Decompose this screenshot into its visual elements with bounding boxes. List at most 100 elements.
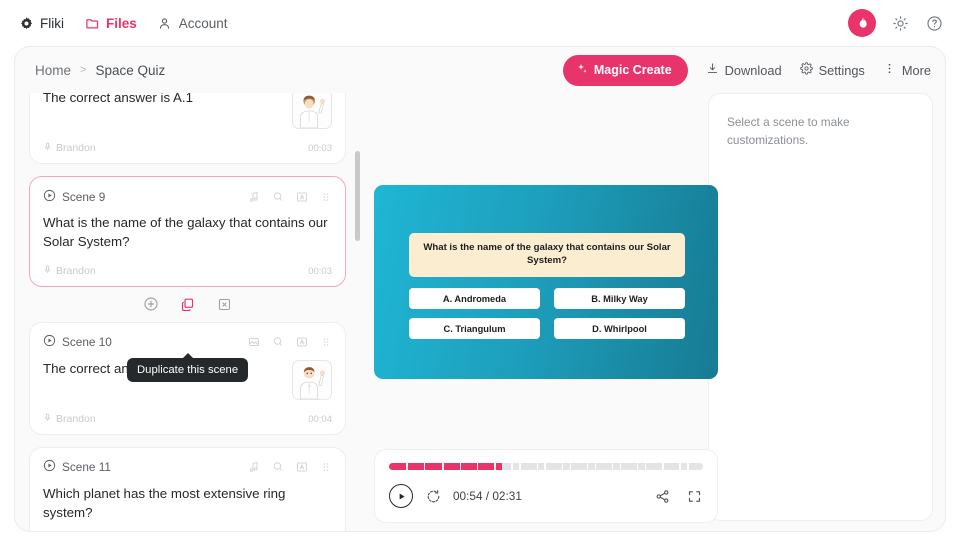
music-note-icon[interactable] [247, 461, 260, 474]
text-style-icon[interactable] [295, 336, 308, 349]
text-style-icon[interactable] [295, 190, 308, 203]
play-circle-icon[interactable] [43, 334, 56, 350]
top-navigation-bar: Fliki Files Account [0, 0, 960, 46]
scene-title-label: Scene 11 [62, 460, 111, 475]
scene-list-panel: Scene 8 [15, 93, 360, 531]
duplicate-scene-tooltip: Duplicate this scene [127, 353, 249, 382]
video-player-controls: 00:54 / 02:31 [374, 449, 718, 523]
scene-text[interactable]: The correct answer is A.1 [43, 93, 284, 108]
help-circle-icon[interactable] [924, 13, 944, 33]
comment-icon[interactable] [271, 190, 284, 203]
scene-card-header: Scene 11 [43, 459, 332, 476]
inspector-panel: Select a scene to make customizations. [708, 93, 933, 521]
download-label: Download [724, 62, 782, 78]
brand-fliki[interactable]: Fliki [18, 15, 64, 31]
scene-duration: 00:03 [308, 143, 332, 154]
scene-title-label: Scene 9 [62, 189, 106, 204]
settings-button[interactable]: Settings [799, 62, 865, 78]
scene-title-label: Scene 10 [62, 335, 112, 350]
drag-handle-icon[interactable] [319, 190, 332, 203]
drag-handle-icon[interactable] [319, 461, 332, 474]
breadcrumb-separator-icon: > [80, 64, 87, 76]
download-button[interactable]: Download [706, 62, 782, 78]
scene-voice-label: Brandon [56, 264, 96, 277]
preview-answer-grid: A. Andromeda B. Milky Way C. Triangulum … [409, 288, 685, 339]
music-note-icon[interactable] [247, 190, 260, 203]
scene-card-body: The correct answer is A.1 [43, 93, 332, 129]
scene-card[interactable]: Scene 9 What is the name of the galaxy t… [29, 176, 346, 287]
scene-title: Scene 10 [43, 334, 112, 350]
scene-voice[interactable]: Brandon [43, 265, 96, 277]
delete-scene-button[interactable] [215, 295, 234, 314]
inspector-empty-hint: Select a scene to make customizations. [727, 115, 850, 147]
breadcrumb-current[interactable]: Space Quiz [95, 63, 165, 78]
play-circle-icon[interactable] [43, 459, 56, 475]
preview-answer-option: A. Andromeda [409, 288, 540, 309]
scene-thumbnail[interactable] [292, 359, 332, 400]
player-time-display: 00:54 / 02:31 [453, 489, 522, 503]
scene-thumbnail[interactable] [292, 93, 332, 129]
more-label: More [901, 62, 931, 78]
editor-body: Scene 8 [15, 93, 945, 531]
nav-item-account[interactable]: Account [157, 15, 228, 31]
scene-text[interactable]: Which planet has the most extensive ring… [43, 485, 332, 523]
comment-icon[interactable] [271, 336, 284, 349]
nav-item-files[interactable]: Files [84, 15, 137, 31]
gear-icon [799, 62, 813, 78]
scene-card-tools [247, 190, 332, 203]
fullscreen-icon[interactable] [685, 487, 703, 505]
timeline-scrubber[interactable] [389, 463, 703, 470]
scene-card-body: Which planet has the most extensive ring… [43, 485, 332, 523]
breadcrumb-toolbar: Home > Space Quiz Magic Create Download … [15, 47, 945, 93]
scene-card-footer: Brandon 00:03 [43, 262, 332, 277]
breadcrumb: Home > Space Quiz [35, 63, 165, 78]
drag-handle-icon[interactable] [319, 336, 332, 349]
image-icon[interactable] [247, 336, 260, 349]
more-button[interactable]: More [883, 62, 931, 78]
project-actions: Magic Create Download Settings More [562, 54, 931, 86]
player-control-row: 00:54 / 02:31 [389, 484, 703, 508]
download-icon [706, 62, 719, 78]
scene-card[interactable]: Scene 11 Which planet has the most exten… [29, 446, 346, 531]
scene-title: Scene 9 [43, 189, 105, 205]
person-icon [157, 15, 173, 31]
restart-icon[interactable] [424, 487, 442, 505]
scene-voice[interactable]: Brandon [43, 142, 96, 154]
player-right-actions [653, 487, 703, 505]
scene-title: Scene 11 [43, 459, 111, 475]
scene-card-footer: Brandon 00:04 [43, 410, 332, 425]
text-style-icon[interactable] [295, 461, 308, 474]
gear-icon [18, 15, 34, 31]
nav-right-actions [848, 9, 944, 37]
magic-create-label: Magic Create [593, 63, 672, 77]
scene-voice-label: Brandon [56, 412, 96, 425]
sparkle-icon [576, 63, 588, 78]
share-icon[interactable] [653, 487, 671, 505]
scene-card-tools [247, 461, 332, 474]
folder-icon [84, 15, 100, 31]
scene-list: Scene 8 [15, 93, 360, 531]
breadcrumb-home[interactable]: Home [35, 63, 71, 78]
scene-card-footer: Brandon 00:03 [43, 139, 332, 154]
settings-label: Settings [818, 62, 865, 78]
play-circle-icon[interactable] [43, 189, 56, 205]
scene-card[interactable]: Scene 8 [29, 93, 346, 164]
scene-voice[interactable]: Brandon [43, 413, 96, 425]
scene-card-tools [247, 336, 332, 349]
preview-question-box: What is the name of the galaxy that cont… [409, 233, 685, 277]
magic-create-button[interactable]: Magic Create [562, 54, 688, 86]
flame-icon[interactable] [848, 9, 876, 37]
duplicate-scene-button[interactable] [178, 295, 197, 314]
nav-item-account-label: Account [178, 15, 228, 31]
scene-text[interactable]: What is the name of the galaxy that cont… [43, 214, 332, 252]
comment-icon[interactable] [271, 461, 284, 474]
microphone-icon [43, 142, 52, 154]
microphone-icon [43, 265, 52, 277]
play-button[interactable] [389, 484, 413, 508]
preview-answer-option: B. Milky Way [554, 288, 685, 309]
add-scene-button[interactable] [141, 295, 160, 314]
brand-label: Fliki [40, 15, 64, 31]
video-preview-stage[interactable]: What is the name of the galaxy that cont… [374, 185, 718, 379]
scene-voice-label: Brandon [56, 142, 96, 154]
sun-icon[interactable] [890, 13, 910, 33]
